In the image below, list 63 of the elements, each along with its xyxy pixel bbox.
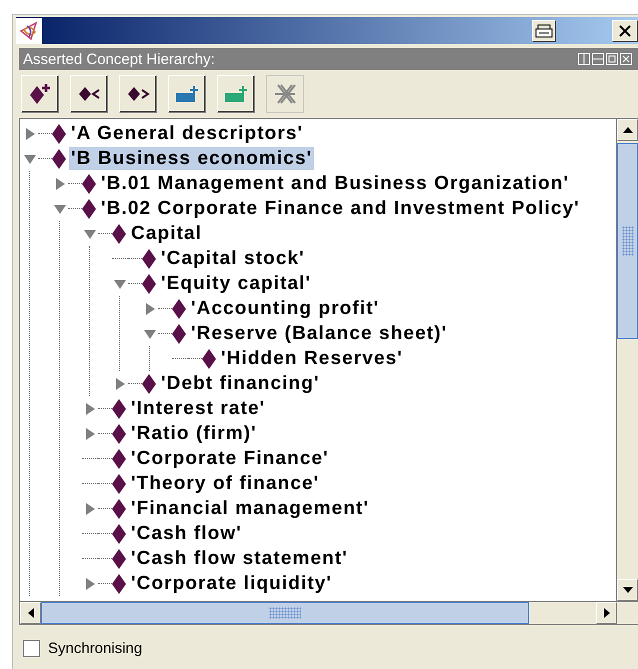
diamond-icon <box>112 574 126 594</box>
diamond-icon <box>112 448 126 468</box>
checkbox[interactable] <box>23 640 40 656</box>
checkbox-label: Synchronising <box>48 640 142 656</box>
diamond-icon <box>112 524 126 544</box>
close-button[interactable] <box>612 20 638 42</box>
add-concept-button[interactable] <box>21 75 59 113</box>
maximize-icon[interactable] <box>606 53 618 65</box>
tree-item[interactable]: 'Capital stock' <box>159 247 307 270</box>
move-left-button[interactable] <box>70 75 108 113</box>
app-logo-icon <box>16 18 42 44</box>
tree-item[interactable]: 'Ratio (firm)' <box>129 422 259 445</box>
diamond-icon <box>112 498 126 518</box>
print-button[interactable] <box>532 20 556 42</box>
diamond-icon <box>112 424 126 444</box>
diamond-icon <box>142 248 156 268</box>
move-right-button[interactable] <box>119 75 157 113</box>
tree-item[interactable]: 'Financial management' <box>129 497 372 520</box>
diamond-icon <box>112 398 126 418</box>
tree-item[interactable]: 'Cash flow' <box>129 522 244 545</box>
tree-item[interactable]: 'Corporate Finance' <box>129 447 331 470</box>
diamond-icon <box>142 274 156 294</box>
tree-item[interactable]: 'Debt financing' <box>159 372 322 395</box>
diamond-icon <box>112 474 126 494</box>
scroll-right-icon[interactable] <box>596 602 617 624</box>
diamond-icon <box>52 148 66 168</box>
diamond-icon <box>172 298 186 318</box>
split-vertical-icon[interactable] <box>578 53 590 65</box>
tree-item[interactable]: Capital <box>129 222 204 245</box>
diamond-icon <box>172 324 186 344</box>
close-icon <box>618 24 632 38</box>
panel-title: Asserted Concept Hierarchy: <box>23 50 216 68</box>
scroll-down-icon[interactable] <box>617 579 638 601</box>
tree-item[interactable]: 'B.02 Corporate Finance and Investment Policy' <box>99 197 582 220</box>
tree-item[interactable]: 'Interest rate' <box>129 397 268 420</box>
tree-item[interactable]: 'A General descriptors' <box>69 122 306 145</box>
scroll-up-icon[interactable] <box>617 119 638 141</box>
printer-icon <box>535 24 553 38</box>
tree-item[interactable]: 'Accounting profit' <box>189 297 382 320</box>
tree-item[interactable]: 'Equity capital' <box>159 272 314 295</box>
diamond-icon <box>142 374 156 394</box>
tree-item[interactable]: 'B Business economics' <box>69 147 314 170</box>
tree-item[interactable]: 'B.01 Management and Business Organization' <box>99 172 572 195</box>
split-horizontal-icon[interactable] <box>592 53 604 65</box>
add-item-button[interactable] <box>168 75 206 113</box>
scroll-thumb[interactable] <box>41 602 529 624</box>
close-icon[interactable] <box>620 53 632 65</box>
tree-item[interactable]: 'Reserve (Balance sheet)' <box>189 322 450 345</box>
tree-item[interactable]: 'Hidden Reserves' <box>219 347 405 370</box>
horizontal-scrollbar[interactable] <box>20 601 638 624</box>
diamond-icon <box>202 348 216 368</box>
diamond-icon <box>52 124 66 144</box>
vertical-scrollbar[interactable] <box>616 119 638 601</box>
scroll-left-icon[interactable] <box>20 602 41 624</box>
diamond-icon <box>112 548 126 568</box>
add-child-button[interactable] <box>217 75 255 113</box>
tree-item[interactable]: 'Cash flow statement' <box>129 547 350 570</box>
diamond-icon <box>112 224 126 244</box>
diamond-icon <box>82 198 96 218</box>
diamond-icon <box>82 174 96 194</box>
tree-item[interactable]: 'Theory of finance' <box>129 472 322 495</box>
scroll-thumb[interactable] <box>617 143 638 339</box>
tree-item[interactable]: 'Corporate liquidity' <box>129 572 334 595</box>
